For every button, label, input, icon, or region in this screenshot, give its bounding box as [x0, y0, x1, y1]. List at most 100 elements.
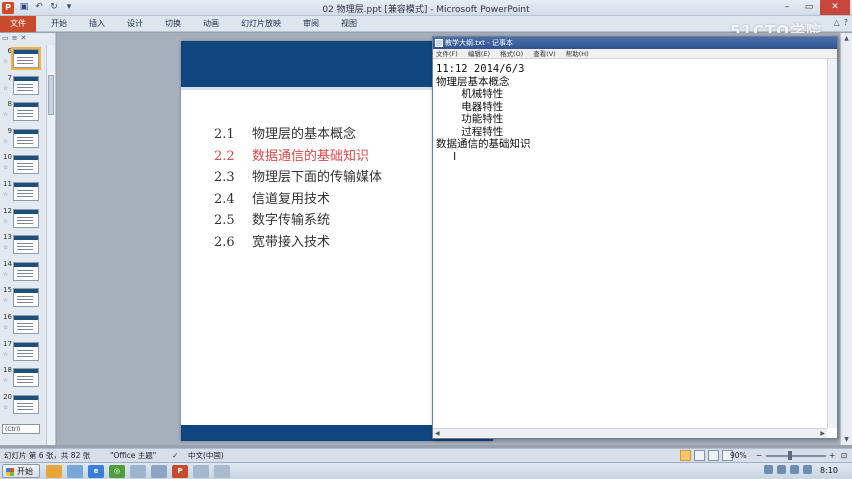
slide-sorter-button[interactable]	[694, 450, 705, 461]
animation-star-icon: ☆	[3, 58, 9, 65]
slide-thumbnail[interactable]: 11 ☆	[0, 180, 46, 204]
slide-thumbnail[interactable]: 6 ☆	[0, 47, 46, 71]
maximize-button[interactable]: ▭	[798, 0, 820, 15]
zoom-out-icon[interactable]: −	[756, 449, 762, 462]
outline-tab-icon[interactable]: ≡	[12, 34, 18, 44]
zoom-level[interactable]: 90%	[730, 449, 747, 462]
outline-item[interactable]: 2.5 数字传输系统	[214, 210, 382, 232]
scroll-right-icon[interactable]: ▶	[820, 429, 825, 438]
explorer-icon[interactable]	[67, 465, 83, 478]
outline-item[interactable]: 2.6 宽带接入技术	[214, 232, 382, 254]
normal-view-button[interactable]	[680, 450, 691, 461]
outline-item[interactable]: 2.3 物理层下面的传输媒体	[214, 167, 382, 189]
help-icon[interactable]: ?	[844, 18, 848, 27]
thumbnail-image[interactable]	[11, 47, 41, 70]
slide-thumbnail[interactable]: 15 ☆	[0, 286, 46, 310]
slide-thumbnail[interactable]: 14 ☆	[0, 260, 46, 284]
notepad-vertical-scrollbar[interactable]	[827, 59, 837, 428]
spellcheck-icon[interactable]: ✓	[172, 449, 178, 462]
tab-view[interactable]: 视图	[330, 16, 368, 32]
outline-item[interactable]: 2.4 信道复用技术	[214, 189, 382, 211]
powerpoint-task-icon[interactable]: P	[172, 465, 188, 478]
thumbnail-image[interactable]	[13, 75, 39, 95]
reading-view-button[interactable]	[708, 450, 719, 461]
panel-scroll-thumb[interactable]	[48, 75, 54, 115]
notepad-menu-item[interactable]: 格式(O)	[500, 49, 523, 58]
window-icon[interactable]	[130, 465, 146, 478]
minimize-button[interactable]: –	[776, 0, 798, 15]
zoom-slider-knob[interactable]	[788, 451, 792, 460]
thumbnail-image[interactable]	[13, 208, 39, 228]
slide-thumbnail[interactable]: 16 ☆	[0, 313, 46, 337]
slide-thumbnail[interactable]: 12 ☆	[0, 207, 46, 231]
chrome-icon[interactable]: ◎	[109, 465, 125, 478]
thumbnail-image[interactable]	[13, 182, 39, 201]
notepad-menu-item[interactable]: 文件(F)	[436, 49, 458, 58]
notepad-menu-item[interactable]: 编辑(E)	[468, 49, 490, 58]
slide-thumbnail[interactable]: 7 ☆	[0, 74, 46, 98]
fit-slide-icon[interactable]: ⊡	[841, 449, 847, 462]
paste-options-tag[interactable]: (Ctrl)	[2, 424, 40, 434]
thumbnail-image[interactable]	[13, 128, 39, 148]
tab-design[interactable]: 设计	[116, 16, 154, 32]
tab-animations[interactable]: 动画	[192, 16, 230, 32]
slide-thumbnail[interactable]: 17 ☆	[0, 340, 46, 364]
notepad-text-area[interactable]: 11:12 2014/6/3 物理层基本概念 机械特性 电器特性 功能特性 过程特…	[433, 59, 827, 428]
scroll-left-icon[interactable]: ◀	[435, 429, 440, 438]
thumbnail-number: 16	[3, 313, 12, 321]
folder-icon[interactable]	[46, 465, 62, 478]
slide-thumbnail[interactable]: 20 ☆	[0, 393, 46, 417]
language-indicator[interactable]: 中文(中国)	[188, 449, 224, 462]
tab-transitions[interactable]: 切换	[154, 16, 192, 32]
collapse-ribbon-icon[interactable]: △	[834, 18, 840, 27]
ie-icon[interactable]: e	[88, 465, 104, 478]
slide-outline[interactable]: 2.1 物理层的基本概念 2.2 数据通信的基础知识 2.3 物理层下面的传输媒体 2.4 信…	[214, 124, 382, 253]
outline-item[interactable]: 2.2 数据通信的基础知识	[214, 146, 382, 168]
thumbnail-image[interactable]	[13, 368, 39, 388]
start-button[interactable]: 开始	[2, 464, 40, 478]
panel-close-icon[interactable]: ✕	[21, 34, 27, 44]
thumbnail-image[interactable]	[13, 261, 39, 281]
thumbnail-image[interactable]	[13, 155, 39, 175]
slide-thumbnail[interactable]: 8 ☆	[0, 100, 46, 124]
app-task-icon[interactable]	[214, 465, 230, 478]
outline-item[interactable]: 2.1 物理层的基本概念	[214, 124, 382, 146]
clock[interactable]: 8:10	[820, 466, 838, 475]
tray-network-icon[interactable]	[764, 465, 773, 474]
close-button[interactable]: ✕	[820, 0, 850, 15]
notepad-title-bar[interactable]: 教学大纲.txt - 记事本	[433, 37, 837, 49]
thumbnail-image[interactable]	[13, 235, 39, 255]
monitor-icon[interactable]	[151, 465, 167, 478]
slide-thumbnail[interactable]: 10 ☆	[0, 153, 46, 177]
zoom-in-icon[interactable]: +	[829, 449, 835, 462]
slide-thumbnail[interactable]: 9 ☆	[0, 127, 46, 151]
thumbnail-image[interactable]	[13, 288, 39, 308]
tab-file[interactable]: 文件	[0, 15, 36, 32]
notepad-horizontal-scrollbar[interactable]: ◀ ▶	[433, 428, 827, 438]
animation-star-icon: ☆	[3, 350, 9, 358]
tray-volume-icon[interactable]	[777, 465, 786, 474]
notepad-menu-item[interactable]: 查看(V)	[533, 49, 556, 58]
thumbnail-image[interactable]	[13, 394, 39, 414]
thumbnail-image[interactable]	[13, 102, 39, 122]
tray-flag-icon[interactable]	[790, 465, 799, 474]
slide-thumbnail[interactable]: 18 ☆	[0, 366, 46, 390]
thumbnail-image[interactable]	[13, 315, 39, 334]
panel-scrollbar[interactable]	[46, 45, 55, 445]
editor-scrollbar[interactable]: ▲ ▼	[840, 33, 852, 445]
tray-ime-icon[interactable]	[803, 465, 812, 474]
scroll-down-icon[interactable]: ▼	[841, 436, 852, 443]
thumbnail-image[interactable]	[13, 341, 39, 361]
notepad-task-icon[interactable]	[193, 465, 209, 478]
tab-slideshow[interactable]: 幻灯片放映	[230, 16, 292, 32]
scroll-up-icon[interactable]: ▲	[841, 35, 852, 42]
notepad-menu-item[interactable]: 帮助(H)	[566, 49, 589, 58]
animation-star-icon: ☆	[3, 244, 9, 252]
tab-review[interactable]: 审阅	[292, 16, 330, 32]
tab-insert[interactable]: 插入	[78, 16, 116, 32]
notepad-line: 数据通信的基础知识	[436, 138, 531, 150]
zoom-slider[interactable]	[766, 455, 826, 457]
slide-thumbnail[interactable]: 13 ☆	[0, 233, 46, 257]
tab-home[interactable]: 开始	[40, 16, 78, 32]
slides-tab-icon[interactable]: ▭	[2, 34, 9, 44]
